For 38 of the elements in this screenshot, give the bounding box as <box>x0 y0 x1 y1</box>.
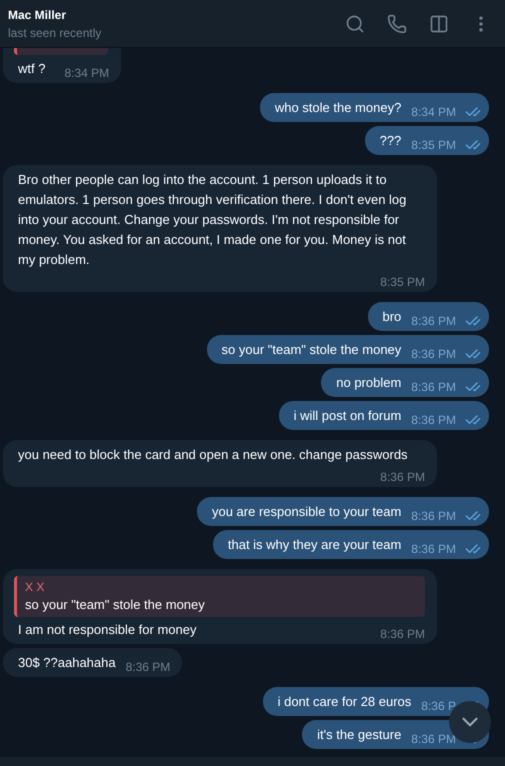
search-icon[interactable] <box>345 14 365 34</box>
message-text: no problem <box>336 374 402 392</box>
message-text: it's the gesture <box>317 726 402 744</box>
message-time: 8:34 PM <box>64 65 110 82</box>
message-text: ??? <box>380 132 402 150</box>
message-time: 8:35 PM <box>411 137 456 154</box>
message-time: 8:36 PM <box>126 659 170 676</box>
message-text: I am not responsible for money <box>18 621 196 639</box>
message-text: Bro other people can log into the account. 1 person uploads it to emulators. 1 person goes through verification there. I don't even log into your account. Change your passwords. I'm not responsible for money. You asked for an account, I made one for you. Money is not my problem. <box>18 171 408 269</box>
message-text: who stole the money? <box>274 99 402 117</box>
reply-quote[interactable]: X X so your "team" stole the money <box>14 576 425 617</box>
message-time: 8:36 PM <box>411 313 456 330</box>
message-text: i will post on forum <box>294 407 402 425</box>
message-time: 8:36 P <box>421 698 456 715</box>
message-time: 8:36 PM <box>411 508 456 525</box>
reply-text: so your "team" stole the money <box>25 596 206 614</box>
message-text: 30$ ??aahahaha <box>18 654 116 672</box>
message-time: 8:36 PM <box>411 379 456 396</box>
contact-name: Mac Miller <box>8 8 68 22</box>
message-time: 8:34 PM <box>411 104 456 121</box>
message-text: that is why they are your team <box>228 536 402 554</box>
last-seen-status: last seen recently <box>8 26 102 40</box>
message-time: 8:36 PM <box>411 412 456 429</box>
message-text: wtf ? <box>18 60 46 78</box>
side-panel-icon[interactable] <box>429 14 449 34</box>
message-time: 8:36 PM <box>380 626 425 643</box>
message-time: 8:36 PM <box>411 541 456 558</box>
message-text: you are responsible to your team <box>212 503 402 521</box>
message-text: so your "team" stole the money <box>222 341 402 359</box>
message-text: bro <box>382 308 402 326</box>
reply-author: X X <box>25 579 46 596</box>
phone-icon[interactable] <box>387 14 407 34</box>
message-time: 8:36 PM <box>411 346 456 363</box>
message-time: 8:36 PM <box>380 469 425 486</box>
message-time: 8:36 PM <box>411 731 456 748</box>
message-time: 8:35 PM <box>380 274 425 291</box>
message-text: i dont care for 28 euros <box>278 693 412 711</box>
message-text: you need to block the card and open a new one. change passwords <box>18 446 408 464</box>
